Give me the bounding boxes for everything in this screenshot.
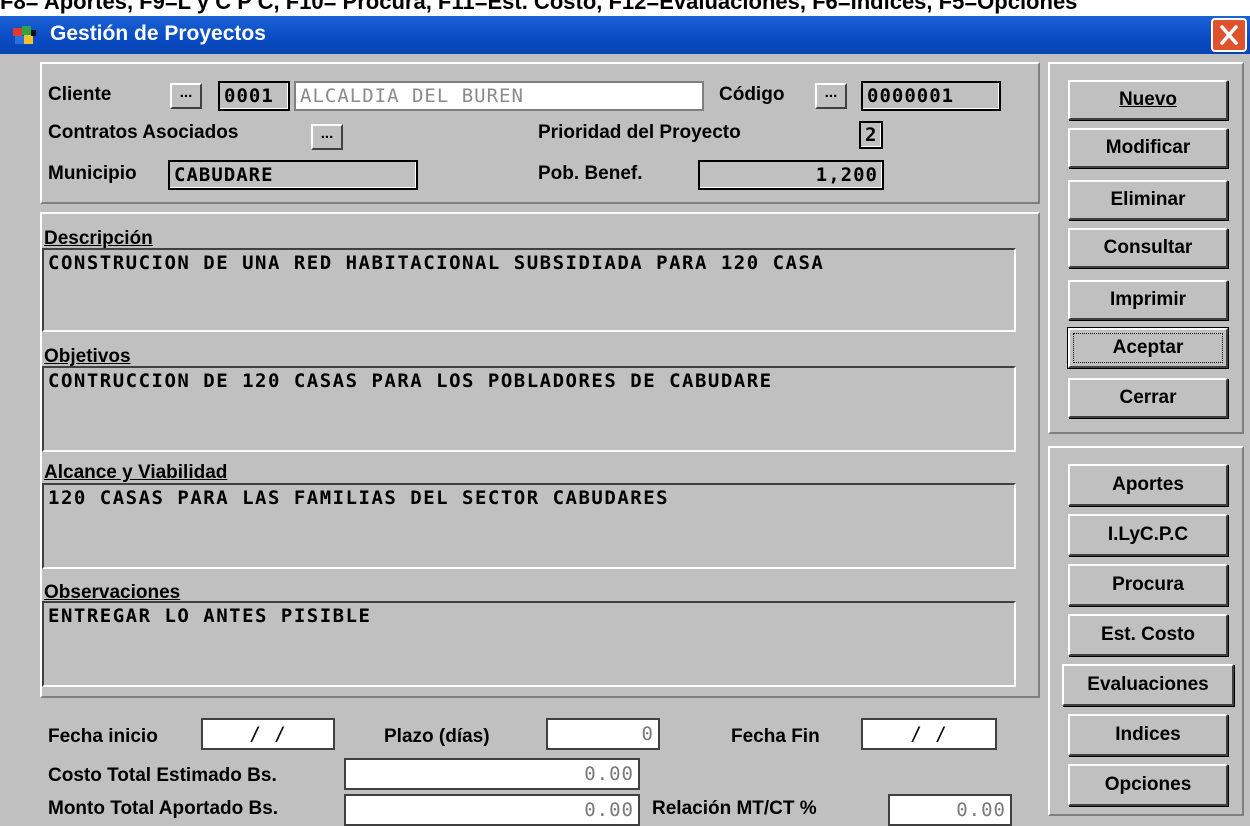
codigo-label: Código <box>719 84 785 105</box>
descripcion-textarea[interactable]: CONSTRUCION DE UNA RED HABITACIONAL SUBS… <box>42 248 1016 332</box>
plazo-label: Plazo (días) <box>384 726 490 747</box>
cliente-lookup-button[interactable]: ... <box>170 83 202 109</box>
nuevo-button[interactable]: Nuevo <box>1068 80 1228 120</box>
municipio-field[interactable]: CABUDARE <box>168 160 418 190</box>
costo-field[interactable]: 0.00 <box>344 758 640 790</box>
fecha-inicio-field[interactable]: / / <box>201 718 335 750</box>
observaciones-textarea[interactable]: ENTREGAR LO ANTES PISIBLE <box>42 601 1016 687</box>
monto-label: Monto Total Aportado Bs. <box>48 798 279 819</box>
eliminar-button[interactable]: Eliminar <box>1068 180 1228 220</box>
prioridad-field[interactable]: 2 <box>859 121 883 149</box>
fecha-inicio-label: Fecha inicio <box>48 726 158 747</box>
title-bar: Gestión de Proyectos <box>0 16 1250 54</box>
evaluaciones-button[interactable]: Evaluaciones <box>1062 664 1234 706</box>
pob-benef-label: Pob. Benef. <box>538 163 643 184</box>
codigo-field[interactable]: 0000001 <box>861 81 1001 111</box>
imprimir-button[interactable]: Imprimir <box>1068 280 1228 320</box>
cerrar-button[interactable]: Cerrar <box>1068 378 1228 418</box>
alcance-label: Alcance y Viabilidad <box>44 462 228 483</box>
close-icon <box>1220 25 1238 45</box>
monto-field[interactable]: 0.00 <box>344 794 640 826</box>
municipio-label: Municipio <box>48 163 137 184</box>
contratos-lookup-button[interactable]: ... <box>311 124 343 150</box>
ilycpc-button[interactable]: I.LyC.P.C <box>1068 514 1228 556</box>
objetivos-textarea[interactable]: CONTRUCCION DE 120 CASAS PARA LOS POBLAD… <box>42 366 1016 452</box>
top-shortcut-text: F8= Aportes, F9=L y C P C, F10= Procura,… <box>0 0 1078 14</box>
close-button[interactable] <box>1211 18 1247 52</box>
objetivos-label: Objetivos <box>44 346 131 367</box>
indices-button[interactable]: Indices <box>1068 714 1228 756</box>
procura-button[interactable]: Procura <box>1068 564 1228 606</box>
cliente-label: Cliente <box>48 84 112 105</box>
relacion-field[interactable]: 0.00 <box>888 794 1012 826</box>
est-costo-button[interactable]: Est. Costo <box>1068 614 1228 656</box>
opciones-button[interactable]: Opciones <box>1068 764 1228 806</box>
aceptar-button[interactable]: Aceptar <box>1068 328 1228 368</box>
costo-label: Costo Total Estimado Bs. <box>48 765 277 786</box>
nuevo-button-label: Nuevo <box>1118 89 1178 110</box>
relacion-label: Relación MT/CT % <box>652 798 817 819</box>
top-shortcut-strip: F8= Aportes, F9=L y C P C, F10= Procura,… <box>0 0 1250 16</box>
aportes-button[interactable]: Aportes <box>1068 464 1228 506</box>
descripcion-label: Descripción <box>44 228 153 249</box>
plazo-field[interactable]: 0 <box>546 718 660 750</box>
cliente-name-field[interactable]: ALCALDIA DEL BUREN <box>294 81 704 111</box>
modificar-button[interactable]: Modificar <box>1068 128 1228 168</box>
fecha-fin-label: Fecha Fin <box>731 726 820 747</box>
consultar-button[interactable]: Consultar <box>1068 228 1228 268</box>
window-title: Gestión de Proyectos <box>50 22 266 45</box>
fecha-fin-field[interactable]: / / <box>861 718 997 750</box>
prioridad-label: Prioridad del Proyecto <box>538 122 741 143</box>
alcance-textarea[interactable]: 120 CASAS PARA LAS FAMILIAS DEL SECTOR C… <box>42 483 1016 569</box>
pob-benef-field[interactable]: 1,200 <box>698 160 884 190</box>
codigo-lookup-button[interactable]: ... <box>815 83 847 109</box>
cliente-code-field[interactable]: 0001 <box>218 81 290 111</box>
contratos-label: Contratos Asociados <box>48 122 239 143</box>
app-icon <box>13 26 36 44</box>
